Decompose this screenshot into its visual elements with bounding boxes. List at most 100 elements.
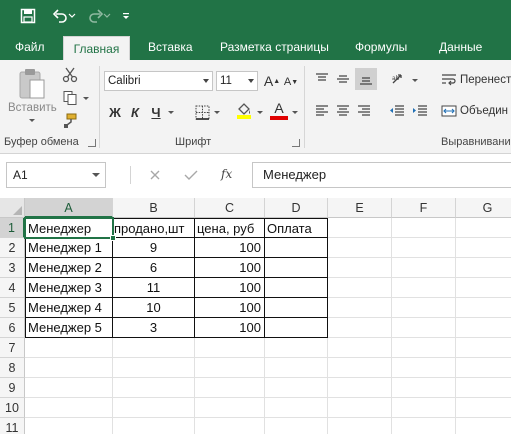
align-center-icon[interactable] [334,102,352,120]
cell-c5[interactable]: 100 [195,298,265,318]
tab-home[interactable]: Главная [63,36,130,60]
tab-data[interactable]: Данные [439,34,482,60]
cell-a4[interactable]: Менеджер 3 [25,278,113,298]
cell-d1[interactable]: Оплата [265,218,328,238]
borders-dropdown-icon[interactable] [214,111,220,114]
clipboard-group-label: Буфер обмена [4,136,79,148]
cell-b1[interactable]: продано,шт [113,218,195,238]
empty-cells-right[interactable] [328,218,511,434]
align-bottom-icon[interactable] [355,68,377,90]
merge-center-label[interactable]: Объедин [460,105,508,117]
undo-dropdown-icon[interactable] [66,5,78,27]
cell-b3[interactable]: 6 [113,258,195,278]
row-header-8[interactable]: 8 [0,358,25,378]
column-header-g[interactable]: G [456,198,511,218]
decrease-font-size-icon[interactable]: A ▼ [282,73,300,91]
cell-c1[interactable]: цена, руб [195,218,265,238]
empty-cells-bottom[interactable] [25,338,328,434]
cell-a5[interactable]: Менеджер 4 [25,298,113,318]
font-size-select[interactable]: 11 [216,71,258,91]
cell-b6[interactable]: 3 [113,318,195,338]
name-box[interactable]: A1 [6,162,106,188]
orientation-icon[interactable]: ab [389,69,409,89]
cell-d3[interactable] [265,258,328,278]
increase-indent-icon[interactable] [410,102,430,120]
font-color-dropdown-icon[interactable] [292,111,298,114]
column-header-b[interactable]: B [113,198,195,218]
row-header-10[interactable]: 10 [0,398,25,418]
underline-dropdown-icon[interactable] [168,111,174,114]
cell-d5[interactable] [265,298,328,318]
row-header-6[interactable]: 6 [0,318,25,338]
paste-icon[interactable] [14,66,50,102]
paste-label[interactable]: Вставить [8,102,57,114]
cell-d6[interactable] [265,318,328,338]
tab-formulas[interactable]: Формулы [355,34,407,60]
fill-color-icon[interactable] [234,100,254,120]
align-left-icon[interactable] [313,102,331,120]
column-header-c[interactable]: C [195,198,265,218]
clipboard-dialog-launcher-icon[interactable] [88,139,96,147]
tab-insert[interactable]: Вставка [148,34,193,60]
cell-b5[interactable]: 10 [113,298,195,318]
customize-qat-icon[interactable] [118,5,134,27]
row-header-11[interactable]: 11 [0,418,25,434]
row-header-7[interactable]: 7 [0,338,25,358]
column-header-e[interactable]: E [328,198,392,218]
fill-handle[interactable] [110,235,116,241]
decrease-indent-icon[interactable] [387,102,407,120]
wrap-text-label[interactable]: Перенест [460,74,511,86]
fill-color-dropdown-icon[interactable] [257,111,263,114]
column-header-f[interactable]: F [392,198,456,218]
ribbon-tabs: Файл Главная Вставка Разметка страницы Ф… [0,34,511,60]
cell-d2[interactable] [265,238,328,258]
cell-c6[interactable]: 100 [195,318,265,338]
merge-center-icon[interactable] [440,102,458,120]
row-header-4[interactable]: 4 [0,278,25,298]
copy-icon[interactable] [60,88,80,108]
row-header-1[interactable]: 1 [0,218,25,238]
increase-font-size-icon[interactable]: A ▲ [262,71,282,91]
font-dialog-launcher-icon[interactable] [292,139,300,147]
italic-button[interactable]: К [126,102,144,122]
cut-icon[interactable] [60,65,80,85]
align-right-icon[interactable] [355,102,373,120]
align-top-icon[interactable] [313,70,331,88]
tab-file[interactable]: Файл [15,34,45,60]
cell-a6[interactable]: Менеджер 5 [25,318,113,338]
formula-input[interactable]: Менеджер [252,162,511,188]
cell-c4[interactable]: 100 [195,278,265,298]
enter-check-icon[interactable] [182,164,200,186]
select-all-button[interactable] [0,198,25,218]
bold-button[interactable]: Ж [106,102,124,122]
row-header-3[interactable]: 3 [0,258,25,278]
save-icon[interactable] [16,5,40,27]
underline-button[interactable]: Ч [147,102,165,122]
cancel-icon[interactable] [146,164,164,186]
align-middle-icon[interactable] [334,70,352,88]
tab-page-layout[interactable]: Разметка страницы [220,34,329,60]
row-header-9[interactable]: 9 [0,378,25,398]
wrap-text-icon[interactable] [440,71,458,89]
cell-b4[interactable]: 11 [113,278,195,298]
format-painter-icon[interactable] [60,111,80,131]
font-color-button[interactable]: A [270,100,288,116]
insert-function-button[interactable]: fx [221,167,232,181]
copy-dropdown-icon[interactable] [83,97,89,100]
column-header-d[interactable]: D [265,198,328,218]
cell-a2[interactable]: Менеджер 1 [25,238,113,258]
font-name-select[interactable]: Calibri [104,71,213,91]
cell-c2[interactable]: 100 [195,238,265,258]
column-header-a[interactable]: A [25,198,113,218]
redo-dropdown-icon[interactable] [101,5,113,27]
cell-d4[interactable] [265,278,328,298]
borders-icon[interactable] [192,102,212,122]
cell-a1[interactable]: Менеджер [25,218,113,238]
paste-dropdown-icon[interactable] [29,119,35,122]
cell-b2[interactable]: 9 [113,238,195,258]
cell-a3[interactable]: Менеджер 2 [25,258,113,278]
orientation-dropdown-icon[interactable] [412,79,418,82]
row-header-5[interactable]: 5 [0,298,25,318]
cell-c3[interactable]: 100 [195,258,265,278]
row-header-2[interactable]: 2 [0,238,25,258]
